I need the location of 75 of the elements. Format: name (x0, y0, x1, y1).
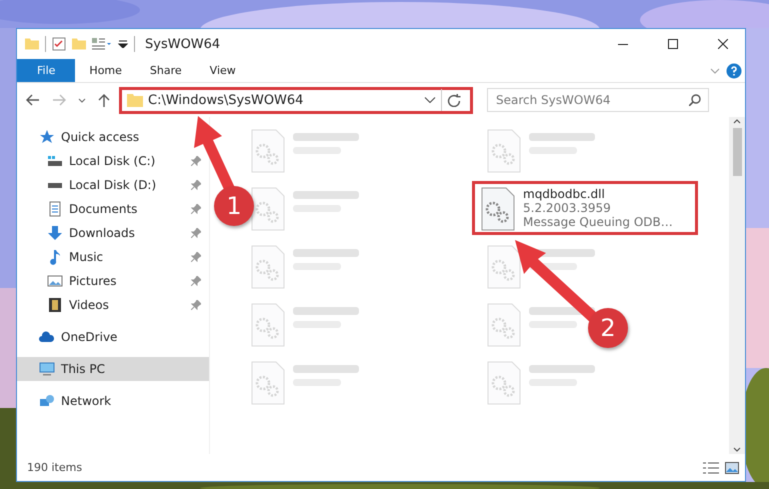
drive-icon (47, 182, 63, 188)
dll-file-icon (487, 129, 521, 173)
item-count: 190 items (27, 461, 82, 474)
maximize-icon[interactable] (668, 39, 678, 49)
dll-file-icon (487, 361, 521, 405)
network-icon (39, 393, 55, 409)
blurred-text (293, 365, 359, 387)
close-icon[interactable] (718, 39, 728, 49)
nav-item[interactable]: Quick access (17, 125, 148, 149)
nav-item[interactable]: Local Disk (C:) (17, 149, 209, 173)
nav-item[interactable]: Documents (17, 197, 209, 221)
checklist-icon[interactable] (52, 37, 66, 51)
chevron-icon[interactable] (710, 68, 720, 74)
picture-icon (47, 275, 63, 287)
blurred-text (293, 307, 359, 329)
caret-icon[interactable] (118, 40, 128, 48)
search-icon (689, 94, 701, 106)
nav-item[interactable]: This PC (17, 357, 209, 381)
dropdown-icon[interactable] (78, 98, 86, 102)
ribbon-tab[interactable]: Share (136, 59, 196, 82)
blurred-text (293, 191, 359, 213)
address-field[interactable]: C:\Windows\SysWOW64 (119, 86, 473, 114)
document-icon (47, 201, 63, 217)
properties-icon[interactable] (92, 38, 112, 50)
scroll-down-icon[interactable] (733, 447, 741, 452)
nav-item[interactable]: Videos (17, 293, 209, 317)
dll-file-icon (251, 245, 285, 289)
dll-file-icon (251, 303, 285, 347)
blurred-text (529, 133, 595, 155)
details-view-icon[interactable] (703, 462, 719, 474)
blurred-text (293, 249, 359, 271)
dll-file-icon (481, 187, 515, 231)
monitor-icon (39, 361, 55, 377)
nav-item[interactable]: Downloads (17, 221, 209, 245)
pin-icon[interactable] (191, 276, 201, 286)
help-icon[interactable] (726, 62, 742, 78)
dll-file-icon (251, 129, 285, 173)
music-note-icon (47, 249, 63, 265)
blurred-text (293, 133, 359, 155)
back-icon[interactable] (26, 94, 40, 106)
blurred-text (529, 365, 595, 387)
scrollbar[interactable] (729, 117, 745, 454)
film-icon (47, 297, 63, 313)
pin-icon[interactable] (191, 180, 201, 190)
star-icon (39, 129, 55, 145)
ribbon-tab[interactable]: Home (75, 59, 136, 82)
ribbon-tab[interactable]: View (196, 59, 250, 82)
pin-icon[interactable] (191, 228, 201, 238)
dll-file-icon (487, 245, 521, 289)
pin-icon[interactable] (191, 204, 201, 214)
nav-item[interactable]: Local Disk (D:) (17, 173, 209, 197)
dll-file-icon (487, 303, 521, 347)
file-tab[interactable]: File (17, 59, 76, 82)
pin-icon[interactable] (191, 252, 201, 262)
nav-item[interactable]: Network (17, 389, 120, 413)
up-icon[interactable] (98, 93, 110, 107)
dll-file-icon (251, 361, 285, 405)
refresh-icon[interactable] (447, 94, 461, 106)
scroll-up-icon[interactable] (733, 119, 741, 124)
search-field[interactable]: Search SysWOW64 (487, 88, 709, 112)
pin-icon[interactable] (191, 156, 201, 166)
cloud-icon (39, 331, 55, 343)
scroll-thumb[interactable] (732, 128, 742, 176)
pin-icon[interactable] (191, 300, 201, 310)
nav-item[interactable]: Music (17, 245, 209, 269)
nav-item[interactable]: Pictures (17, 269, 209, 293)
down-arrow-icon (47, 225, 63, 241)
folder-icon (127, 94, 143, 106)
window-title: SysWOW64 (145, 36, 220, 52)
large-icons-view-icon[interactable] (725, 462, 739, 474)
nav-item[interactable]: OneDrive (17, 325, 126, 349)
dropdown-icon[interactable] (424, 97, 436, 103)
drive-icon (47, 156, 63, 166)
file-tile[interactable]: mqdbodbc.dll 5.2.2003.3959 Message Queuing ODB… (472, 181, 698, 235)
dll-file-icon (251, 187, 285, 231)
